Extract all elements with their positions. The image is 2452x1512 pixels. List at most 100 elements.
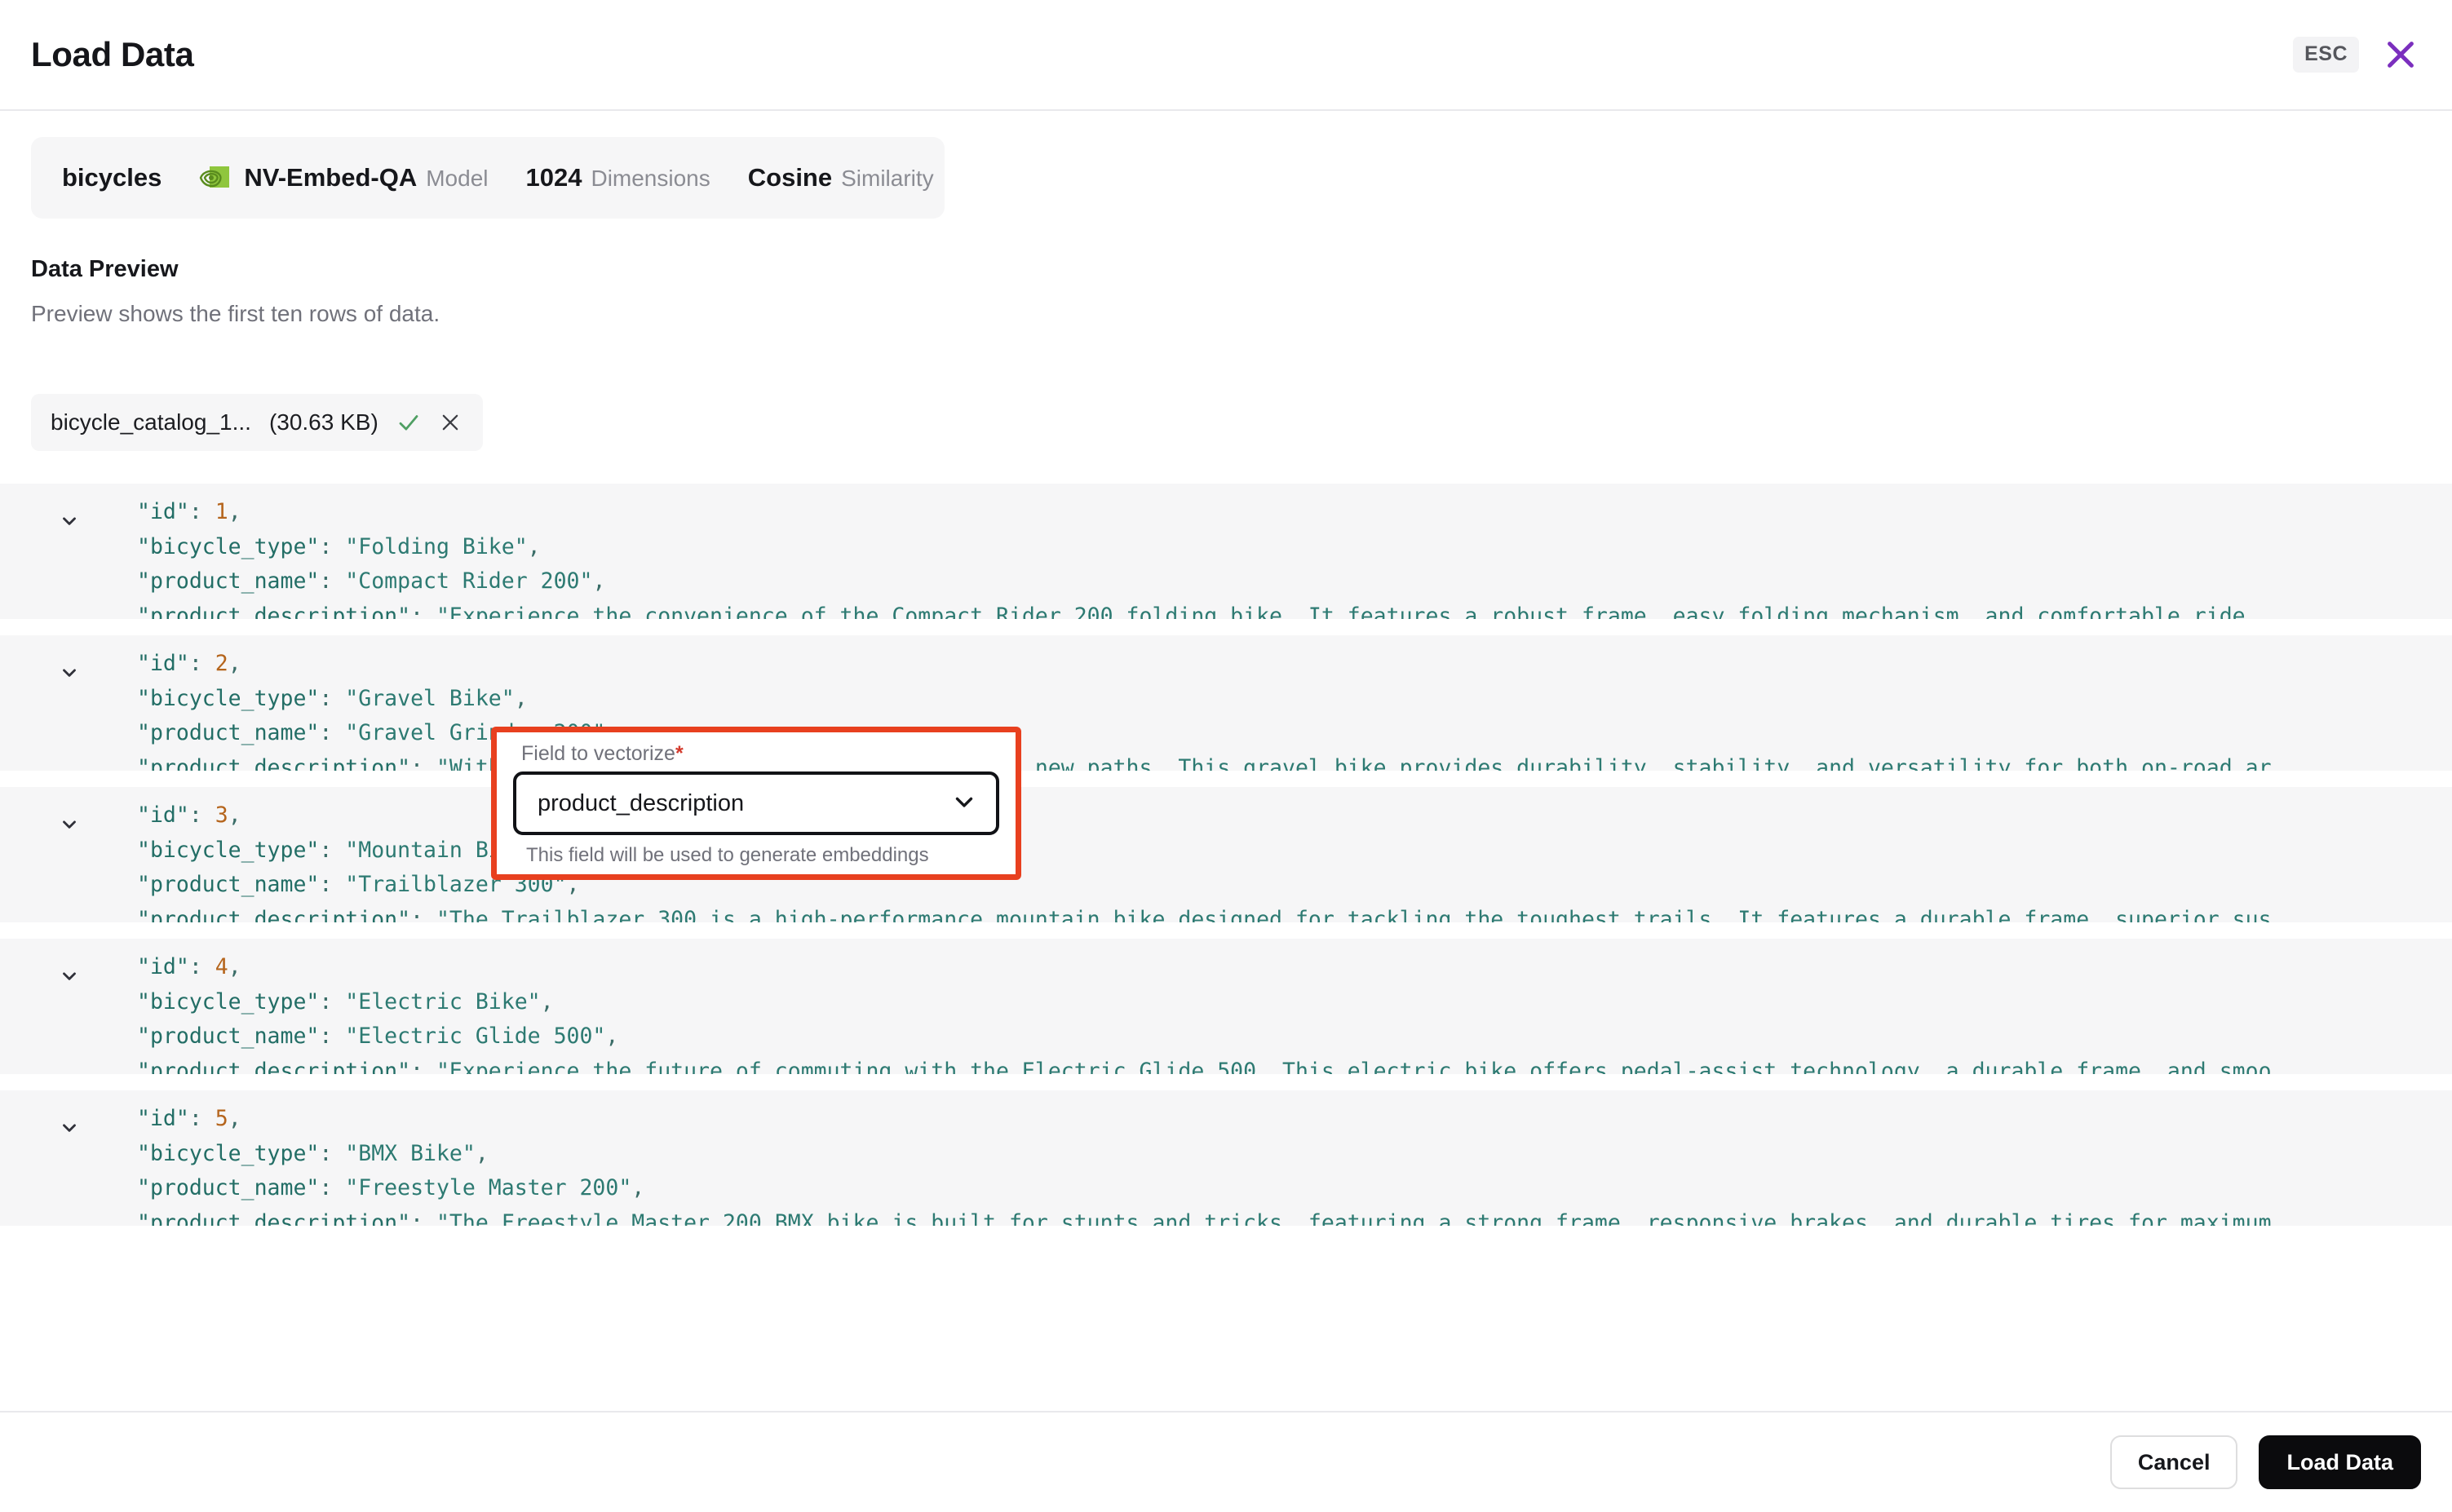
json-token: : — [410, 906, 436, 923]
json-token: "product_name" — [137, 1023, 320, 1049]
json-token: : — [410, 1209, 436, 1227]
file-size: (30.63 KB) — [268, 409, 378, 435]
json-token: , — [514, 685, 528, 711]
json-token: "id" — [137, 954, 189, 979]
dimensions-item: 1024 Dimensions — [526, 163, 710, 192]
json-token: : — [188, 802, 215, 828]
load-data-modal: Load Data ESC bicycles NV-Embed-QA Model… — [0, 0, 2452, 1512]
json-token: "product_name" — [137, 1175, 320, 1200]
json-token: : — [319, 533, 346, 559]
json-token: : — [410, 603, 436, 620]
json-token: "Folding Bike" — [345, 533, 528, 559]
json-token: , — [228, 651, 241, 676]
json-token: "BMX Bike" — [345, 1140, 476, 1166]
data-preview-title: Data Preview — [31, 256, 179, 282]
field-to-vectorize-help: This field will be used to generate embe… — [526, 844, 929, 866]
chevron-down-icon[interactable] — [59, 813, 80, 834]
remove-file-icon[interactable] — [439, 411, 462, 434]
json-token: "bicycle_type" — [137, 685, 320, 711]
json-token: "Freestyle Master 200" — [345, 1175, 632, 1200]
chevron-down-icon — [950, 788, 978, 820]
collection-name-item: bicycles — [62, 163, 162, 192]
json-token: "bicycle_type" — [137, 533, 320, 559]
json-token: "The Trailblazer 300 is a high-performan… — [436, 906, 2272, 923]
json-token: "The Freestyle Master 200 BMX bike is bu… — [436, 1209, 2272, 1227]
json-token: 5 — [215, 1106, 228, 1131]
check-icon — [396, 410, 421, 435]
json-token: : — [319, 872, 346, 897]
dimensions-suffix-label: Dimensions — [591, 166, 710, 191]
chevron-down-icon[interactable] — [59, 661, 80, 683]
json-token: "Experience the convenience of the Compa… — [436, 603, 2259, 620]
json-token: 3 — [215, 802, 228, 828]
page-title: Load Data — [31, 35, 194, 73]
chevron-down-icon[interactable] — [59, 1116, 80, 1138]
json-token: : — [188, 954, 215, 979]
chevron-down-icon[interactable] — [59, 965, 80, 986]
json-token: "id" — [137, 651, 189, 676]
json-token: 1 — [215, 499, 228, 524]
field-to-vectorize-label-text: Field to vectorize — [521, 742, 675, 765]
cancel-button[interactable]: Cancel — [2109, 1435, 2238, 1489]
json-token: , — [475, 1140, 489, 1166]
file-name: bicycle_catalog_1... — [51, 409, 251, 435]
similarity-suffix-label: Similarity — [841, 166, 934, 191]
collection-info-bar: bicycles NV-Embed-QA Model 1024 Dimensio… — [31, 137, 945, 219]
json-token: : — [188, 499, 215, 524]
json-token: : — [410, 1058, 436, 1075]
json-token: , — [631, 1175, 645, 1200]
json-token: , — [540, 988, 554, 1015]
json-token: , — [228, 802, 241, 828]
similarity-value: Cosine — [747, 163, 833, 192]
similarity-item: Cosine Similarity — [748, 163, 934, 192]
json-row-code: "id": 1, "bicycle_type": "Folding Bike",… — [137, 495, 2259, 619]
field-to-vectorize-select[interactable]: product_description — [513, 771, 999, 835]
load-data-button[interactable]: Load Data — [2259, 1435, 2421, 1489]
json-preview-row: "id": 5, "bicycle_type": "BMX Bike", "pr… — [0, 1090, 2452, 1226]
json-token: "Electric Bike" — [345, 988, 541, 1015]
chevron-down-icon[interactable] — [59, 510, 80, 531]
json-token: : — [319, 720, 346, 745]
json-token: "id" — [137, 499, 189, 524]
json-token: "id" — [137, 1106, 189, 1131]
model-name: NV-Embed-QA — [244, 163, 418, 192]
json-token: , — [228, 954, 241, 979]
json-token: : — [319, 685, 346, 711]
json-preview-row: "id": 3, "bicycle_type": "Mountain Bike"… — [0, 787, 2452, 922]
json-token: : — [410, 754, 436, 771]
json-token: "product_description" — [137, 1209, 411, 1227]
json-token: , — [592, 568, 606, 594]
json-preview-row: "id": 1, "bicycle_type": "Folding Bike",… — [0, 484, 2452, 619]
json-token: , — [605, 1023, 619, 1049]
json-token: : — [319, 1175, 346, 1200]
json-token: 2 — [215, 651, 228, 676]
field-to-vectorize-label: Field to vectorize* — [521, 742, 999, 766]
json-token: 4 — [215, 954, 228, 979]
dimensions-value: 1024 — [525, 163, 582, 192]
json-token: : — [319, 568, 346, 594]
json-token: , — [228, 1106, 241, 1131]
json-token: "product_description" — [137, 754, 411, 771]
json-token: , — [228, 499, 241, 524]
json-token: "product_description" — [137, 1058, 411, 1075]
data-preview-subtitle: Preview shows the first ten rows of data… — [31, 301, 440, 326]
json-token: : — [319, 988, 346, 1015]
header-actions: ESC — [2293, 36, 2419, 73]
json-token: "product_description" — [137, 603, 411, 620]
json-preview-row: "id": 2, "bicycle_type": "Gravel Bike", … — [0, 635, 2452, 771]
field-to-vectorize-value: product_description — [538, 789, 745, 816]
json-token: "bicycle_type" — [137, 1140, 320, 1166]
close-icon[interactable] — [2382, 36, 2419, 73]
json-preview-row: "id": 4, "bicycle_type": "Electric Bike"… — [0, 939, 2452, 1074]
collection-name: bicycles — [62, 163, 162, 192]
file-and-field-row: bicycle_catalog_1... (30.63 KB) Field to… — [0, 345, 2452, 880]
json-token: "product_description" — [137, 906, 411, 923]
field-to-vectorize-group: Field to vectorize* product_description … — [497, 732, 1016, 874]
modal-body: bicycles NV-Embed-QA Model 1024 Dimensio… — [0, 111, 2452, 1411]
json-row-code: "id": 5, "bicycle_type": "BMX Bike", "pr… — [137, 1102, 2272, 1226]
modal-footer: Cancel Load Data — [0, 1411, 2452, 1512]
json-token: "product_name" — [137, 872, 320, 897]
required-marker: * — [675, 742, 684, 765]
json-token: "bicycle_type" — [137, 837, 320, 863]
json-token: "Electric Glide 500" — [345, 1023, 606, 1049]
